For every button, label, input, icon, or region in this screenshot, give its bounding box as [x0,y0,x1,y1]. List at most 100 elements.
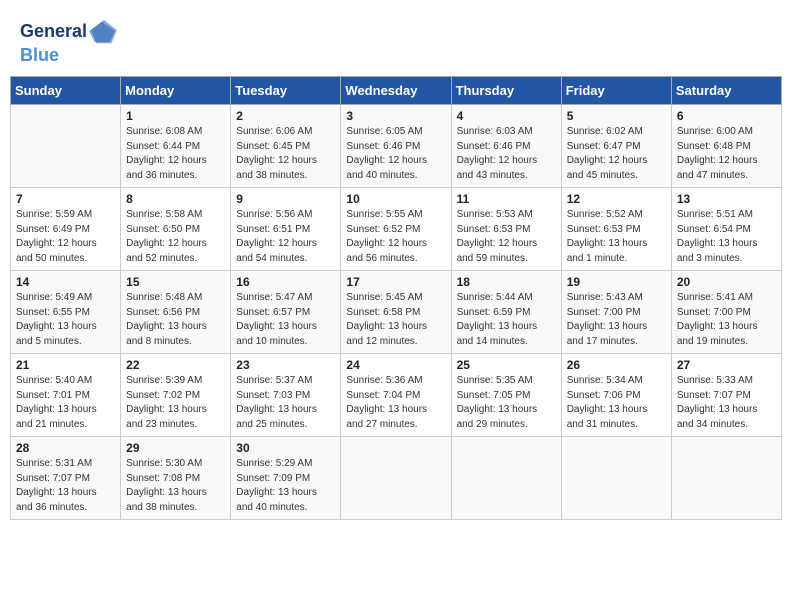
day-number: 11 [457,192,556,206]
calendar-cell: 19Sunrise: 5:43 AMSunset: 7:00 PMDayligh… [561,271,671,354]
day-number: 6 [677,109,776,123]
col-header-saturday: Saturday [671,77,781,105]
calendar-cell: 17 Sunrise: 5:45 AMSunset: 6:58 PMDayligh… [341,271,451,354]
logo-icon [89,18,117,46]
calendar-cell [11,105,121,188]
cell-content: Sunrise: 5:43 AMSunset: 7:00 PMDaylight:… [567,291,666,349]
week-row-3: 14Sunrise: 5:49 AMSunset: 6:55 PMDayligh… [11,271,782,354]
cell-content: Sunrise: 5:29 AMSunset: 7:09 PMDaylight:… [236,457,335,515]
calendar-header: SundayMondayTuesdayWednesdayThursdayFrid… [11,77,782,105]
day-number: 18 [457,275,556,289]
calendar-cell: 23 Sunrise: 5:37 AMSunset: 7:03 PMDayligh… [231,354,341,437]
calendar-cell: 29 Sunrise: 5:30 AMSunset: 7:08 PMDayligh… [121,437,231,520]
week-row-5: 28Sunrise: 5:31 AMSunset: 7:07 PMDayligh… [11,437,782,520]
cell-content: Sunrise: 5:40 AMSunset: 7:01 PMDaylight:… [16,374,115,432]
cell-content: Sunrise: 5:45 AMSunset: 6:58 PMDaylight:… [346,291,445,349]
calendar-cell: 30 Sunrise: 5:29 AMSunset: 7:09 PMDayligh… [231,437,341,520]
cell-content: Sunrise: 5:48 AMSunset: 6:56 PMDaylight:… [126,291,225,349]
cell-content: Sunrise: 6:02 AMSunset: 6:47 PMDaylight:… [567,125,666,183]
calendar-cell: 24 Sunrise: 5:36 AMSunset: 7:04 PMDayligh… [341,354,451,437]
day-number: 9 [236,192,335,206]
cell-content: Sunrise: 5:44 AMSunset: 6:59 PMDaylight:… [457,291,556,349]
day-number: 7 [16,192,115,206]
cell-content: Sunrise: 6:05 AMSunset: 6:46 PMDaylight:… [346,125,445,183]
day-number: 3 [346,109,445,123]
calendar-cell: 21Sunrise: 5:40 AMSunset: 7:01 PMDayligh… [11,354,121,437]
cell-content: Sunrise: 5:30 AMSunset: 7:08 PMDaylight:… [126,457,225,515]
calendar-cell: 5 Sunrise: 6:02 AMSunset: 6:47 PMDaylight… [561,105,671,188]
cell-content: Sunrise: 5:51 AMSunset: 6:54 PMDaylight:… [677,208,776,266]
cell-content: Sunrise: 6:08 AMSunset: 6:44 PMDaylight:… [126,125,225,183]
cell-content: Sunrise: 5:36 AMSunset: 7:04 PMDaylight:… [346,374,445,432]
day-number: 22 [126,358,225,372]
col-header-friday: Friday [561,77,671,105]
col-header-thursday: Thursday [451,77,561,105]
calendar-cell: 22 Sunrise: 5:39 AMSunset: 7:02 PMDayligh… [121,354,231,437]
calendar-cell [451,437,561,520]
calendar-cell: 1 Sunrise: 6:08 AMSunset: 6:44 PMDaylight… [121,105,231,188]
page-header: General Blue [10,10,782,72]
calendar-cell: 13 Sunrise: 5:51 AMSunset: 6:54 PMDayligh… [671,188,781,271]
calendar-cell: 9 Sunrise: 5:56 AMSunset: 6:51 PMDaylight… [231,188,341,271]
day-number: 24 [346,358,445,372]
calendar-cell: 10 Sunrise: 5:55 AMSunset: 6:52 PMDayligh… [341,188,451,271]
day-number: 25 [457,358,556,372]
calendar-cell: 28Sunrise: 5:31 AMSunset: 7:07 PMDayligh… [11,437,121,520]
cell-content: Sunrise: 5:34 AMSunset: 7:06 PMDaylight:… [567,374,666,432]
calendar-cell: 16 Sunrise: 5:47 AMSunset: 6:57 PMDayligh… [231,271,341,354]
calendar-cell: 2Sunrise: 6:06 AMSunset: 6:45 PMDaylight… [231,105,341,188]
day-number: 5 [567,109,666,123]
calendar-cell: 4 Sunrise: 6:03 AMSunset: 6:46 PMDaylight… [451,105,561,188]
day-number: 13 [677,192,776,206]
day-number: 30 [236,441,335,455]
calendar-body: 1 Sunrise: 6:08 AMSunset: 6:44 PMDaylight… [11,105,782,520]
cell-content: Sunrise: 5:52 AMSunset: 6:53 PMDaylight:… [567,208,666,266]
cell-content: Sunrise: 5:39 AMSunset: 7:02 PMDaylight:… [126,374,225,432]
calendar-cell: 11 Sunrise: 5:53 AMSunset: 6:53 PMDayligh… [451,188,561,271]
cell-content: Sunrise: 5:41 AMSunset: 7:00 PMDaylight:… [677,291,776,349]
cell-content: Sunrise: 5:53 AMSunset: 6:53 PMDaylight:… [457,208,556,266]
day-number: 29 [126,441,225,455]
day-number: 4 [457,109,556,123]
day-number: 23 [236,358,335,372]
calendar-cell: 20Sunrise: 5:41 AMSunset: 7:00 PMDayligh… [671,271,781,354]
calendar-cell [671,437,781,520]
week-row-4: 21Sunrise: 5:40 AMSunset: 7:01 PMDayligh… [11,354,782,437]
day-number: 1 [126,109,225,123]
calendar-cell [561,437,671,520]
cell-content: Sunrise: 6:00 AMSunset: 6:48 PMDaylight:… [677,125,776,183]
day-number: 8 [126,192,225,206]
cell-content: Sunrise: 5:47 AMSunset: 6:57 PMDaylight:… [236,291,335,349]
calendar-table: SundayMondayTuesdayWednesdayThursdayFrid… [10,76,782,520]
day-number: 17 [346,275,445,289]
day-number: 27 [677,358,776,372]
calendar-cell: 6 Sunrise: 6:00 AMSunset: 6:48 PMDaylight… [671,105,781,188]
cell-content: Sunrise: 5:56 AMSunset: 6:51 PMDaylight:… [236,208,335,266]
logo-text: General [20,22,87,42]
cell-content: Sunrise: 6:03 AMSunset: 6:46 PMDaylight:… [457,125,556,183]
calendar-cell: 27Sunrise: 5:33 AMSunset: 7:07 PMDayligh… [671,354,781,437]
cell-content: Sunrise: 5:35 AMSunset: 7:05 PMDaylight:… [457,374,556,432]
calendar-cell: 25 Sunrise: 5:35 AMSunset: 7:05 PMDayligh… [451,354,561,437]
day-number: 15 [126,275,225,289]
week-row-2: 7 Sunrise: 5:59 AMSunset: 6:49 PMDaylight… [11,188,782,271]
calendar-cell: 14Sunrise: 5:49 AMSunset: 6:55 PMDayligh… [11,271,121,354]
logo-blue-text: Blue [20,45,59,65]
calendar-cell [341,437,451,520]
week-row-1: 1 Sunrise: 6:08 AMSunset: 6:44 PMDaylight… [11,105,782,188]
calendar-cell: 12Sunrise: 5:52 AMSunset: 6:53 PMDayligh… [561,188,671,271]
col-header-tuesday: Tuesday [231,77,341,105]
header-row: SundayMondayTuesdayWednesdayThursdayFrid… [11,77,782,105]
day-number: 10 [346,192,445,206]
cell-content: Sunrise: 5:55 AMSunset: 6:52 PMDaylight:… [346,208,445,266]
cell-content: Sunrise: 5:59 AMSunset: 6:49 PMDaylight:… [16,208,115,266]
calendar-cell: 18 Sunrise: 5:44 AMSunset: 6:59 PMDayligh… [451,271,561,354]
cell-content: Sunrise: 5:37 AMSunset: 7:03 PMDaylight:… [236,374,335,432]
day-number: 2 [236,109,335,123]
calendar-cell: 7 Sunrise: 5:59 AMSunset: 6:49 PMDaylight… [11,188,121,271]
calendar-cell: 8Sunrise: 5:58 AMSunset: 6:50 PMDaylight… [121,188,231,271]
day-number: 16 [236,275,335,289]
cell-content: Sunrise: 5:31 AMSunset: 7:07 PMDaylight:… [16,457,115,515]
logo: General Blue [20,18,117,66]
day-number: 26 [567,358,666,372]
